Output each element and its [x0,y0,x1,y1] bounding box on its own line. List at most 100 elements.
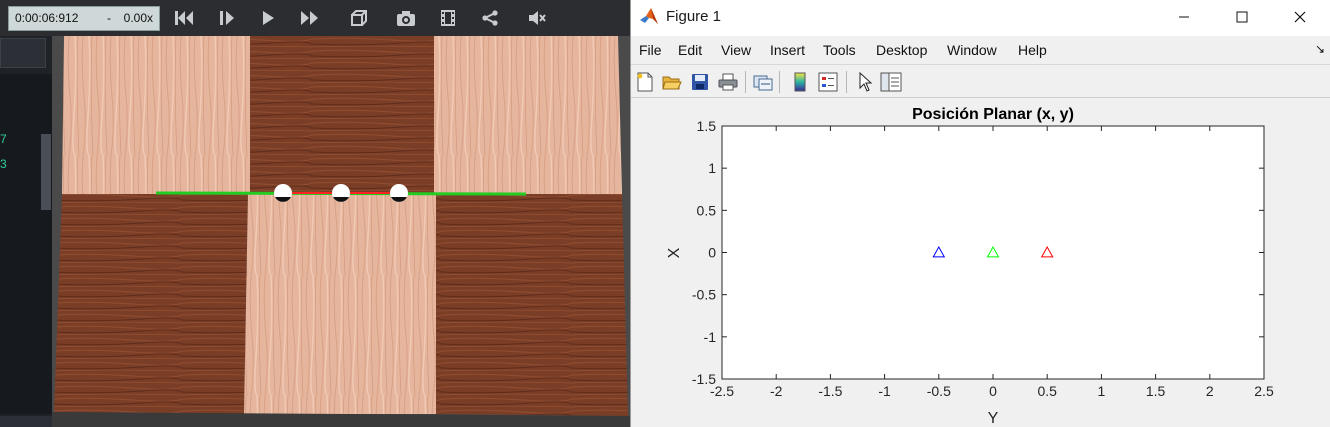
maximize-button[interactable] [1213,0,1271,34]
edit-plot-button[interactable] [854,71,876,93]
y-tick-label: 1.5 [697,118,717,134]
marker [332,184,350,202]
menu-view[interactable]: View [721,42,751,58]
side-panel-content: 7 3 [0,74,52,414]
figure-toolbar [631,64,1330,98]
close-button[interactable] [1271,0,1329,34]
new-figure-button[interactable] [634,71,656,93]
film-icon [441,10,455,26]
fast-forward-button[interactable] [297,6,323,30]
menu-desktop[interactable]: Desktop [876,42,927,58]
share-button[interactable] [477,6,503,30]
marker [274,184,292,202]
minimize-icon [1179,16,1189,18]
camera-icon [397,11,415,26]
toolbar-separator [846,71,847,93]
print-button[interactable] [717,71,739,93]
dock-arrow-icon[interactable]: ↘ [1315,42,1325,56]
window-title: Figure 1 [666,8,722,25]
x-tick-label: -0.5 [927,383,951,399]
menu-help[interactable]: Help [1018,42,1047,58]
time-display: 0:00:06:912 - 0.00x [8,6,160,31]
insert-colorbar-button[interactable] [789,71,811,93]
time-separator: - [107,11,111,25]
insert-legend-button[interactable] [817,71,839,93]
x-tick-label: 1 [1098,383,1106,399]
play-button[interactable] [255,6,281,30]
x-tick-label: 0 [989,383,997,399]
playback-rate: 0.00x [123,11,153,25]
chart[interactable]: Posición Planar (x, y) -2.5 -2 -1.5 -1 -0.5 0… [631,98,1330,427]
link-plot-icon [753,75,773,91]
share-icon [482,10,498,26]
marker [390,184,408,202]
side-panel-footer [0,416,52,427]
3d-view-button[interactable] [346,6,372,30]
save-button[interactable] [689,71,711,93]
video-player: 0:00:06:912 - 0.00x 7 3 [0,0,630,427]
x-tick-label: 0.5 [1037,383,1057,399]
x-tick-label: -2 [770,383,783,399]
close-icon [1294,11,1306,23]
player-toolbar: 0:00:06:912 - 0.00x [0,0,630,36]
menu-window[interactable]: Window [947,42,997,58]
snapshot-button[interactable] [393,6,419,30]
y-tick-label: -1.5 [692,371,716,387]
pointer-icon [859,72,873,92]
3d-view-icon [351,10,367,26]
open-file-button[interactable] [661,71,683,93]
title-bar[interactable]: Figure 1 [631,0,1330,36]
x-tick-label: -1.5 [818,383,842,399]
new-figure-icon [637,72,653,92]
menu-insert[interactable]: Insert [770,42,805,58]
video-frame[interactable] [52,36,630,427]
minimize-button[interactable] [1155,0,1213,34]
menu-edit[interactable]: Edit [678,42,702,58]
property-inspector-icon [880,72,902,92]
maximize-icon [1236,11,1248,23]
play-icon [263,11,274,25]
timecode: 0:00:06:912 [15,11,79,25]
mute-button[interactable] [524,6,550,30]
y-tick-label: 0.5 [697,202,717,218]
x-tick-label: 1.5 [1146,383,1166,399]
link-plot-button[interactable] [752,71,774,93]
toolbar-separator [779,71,780,93]
side-value: 7 [0,132,7,146]
x-tick-label: 2.5 [1254,383,1274,399]
legend-icon [818,72,838,92]
mute-icon [529,11,546,25]
side-panel-header[interactable] [0,38,46,68]
menu-tools[interactable]: Tools [823,42,856,58]
skip-to-start-icon [175,11,193,25]
plot-area: Posición Planar (x, y) -2.5 -2 -1.5 -1 -0.5 0… [631,98,1330,427]
side-scrollbar[interactable] [41,134,51,210]
colorbar-icon [794,72,806,92]
y-axis-label: X [666,247,683,258]
x-axis-label: Y [988,410,999,427]
video-scene [52,36,630,427]
y-tick-label: -1 [704,329,717,345]
fast-forward-icon [301,11,318,25]
property-inspector-button[interactable] [880,71,902,93]
film-button[interactable] [435,6,461,30]
axes[interactable] [721,125,1265,380]
frame-step-button[interactable] [214,6,240,30]
chart-title: Posición Planar (x, y) [912,106,1074,123]
side-panel: 7 3 [0,36,52,427]
y-tick-label: 0 [708,245,716,261]
x-tick-label: 2 [1206,383,1214,399]
skip-to-start-button[interactable] [171,6,197,30]
menu-bar: File Edit View Insert Tools Desktop Wind… [631,36,1330,64]
open-icon [662,76,682,90]
matlab-logo-icon [640,8,658,24]
y-tick-label: -0.5 [692,287,716,303]
print-icon [718,73,738,91]
save-icon [692,74,708,90]
y-tick-label: 1 [708,160,716,176]
x-tick-label: -1 [878,383,891,399]
side-value: 3 [0,157,7,171]
figure-window: Figure 1 File Edit View Insert Tools Des… [630,0,1330,427]
menu-file[interactable]: File [639,42,662,58]
toolbar-separator [745,71,746,93]
